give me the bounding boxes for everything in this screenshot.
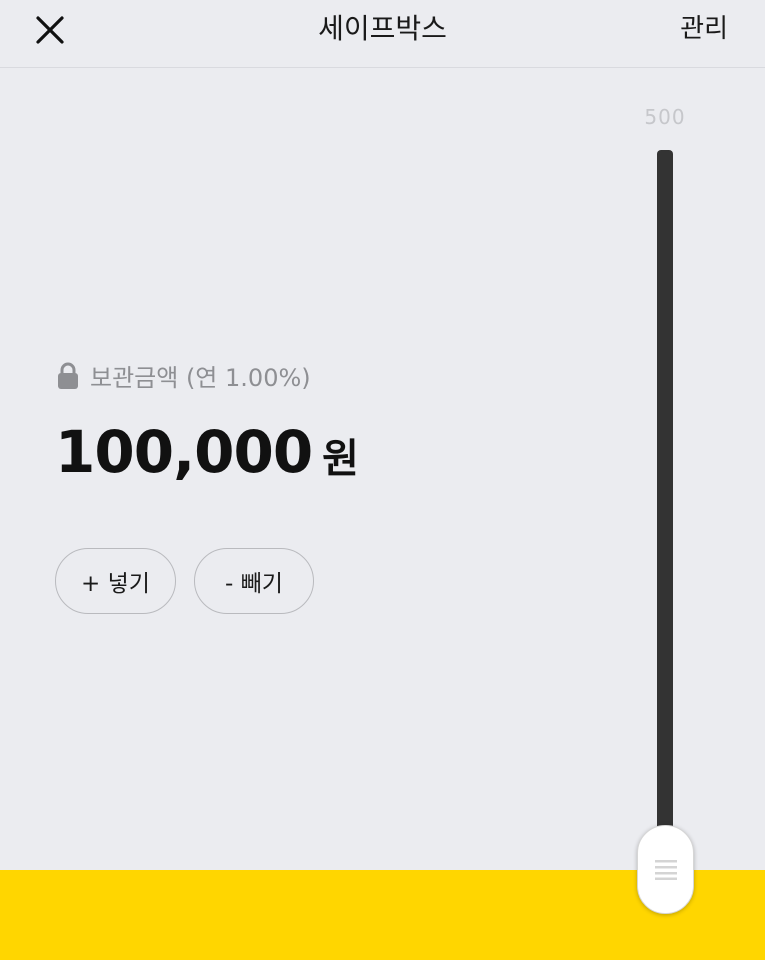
page-title: 세이프박스 [318,12,447,45]
top-app-bar: 세이프박스 관리 [0,0,765,68]
deposit-button[interactable]: + 넣기 [55,548,176,614]
grip-icon [655,860,677,880]
slider-handle[interactable] [637,825,694,914]
balance-label: 보관금액 (연 1.00%) [56,358,311,393]
balance-amount-value: 100,000 [55,418,313,486]
balance-amount-unit: 원 [322,436,359,482]
slider-track[interactable] [657,150,673,850]
lock-icon [56,362,80,390]
balance-amount: 100,000 원 [55,414,359,490]
balance-label-text: 보관금액 (연 1.00%) [90,364,311,392]
slider-max-label: 500 [644,105,686,129]
manage-button[interactable]: 관리 [680,12,728,46]
withdraw-button[interactable]: - 빼기 [194,548,314,614]
